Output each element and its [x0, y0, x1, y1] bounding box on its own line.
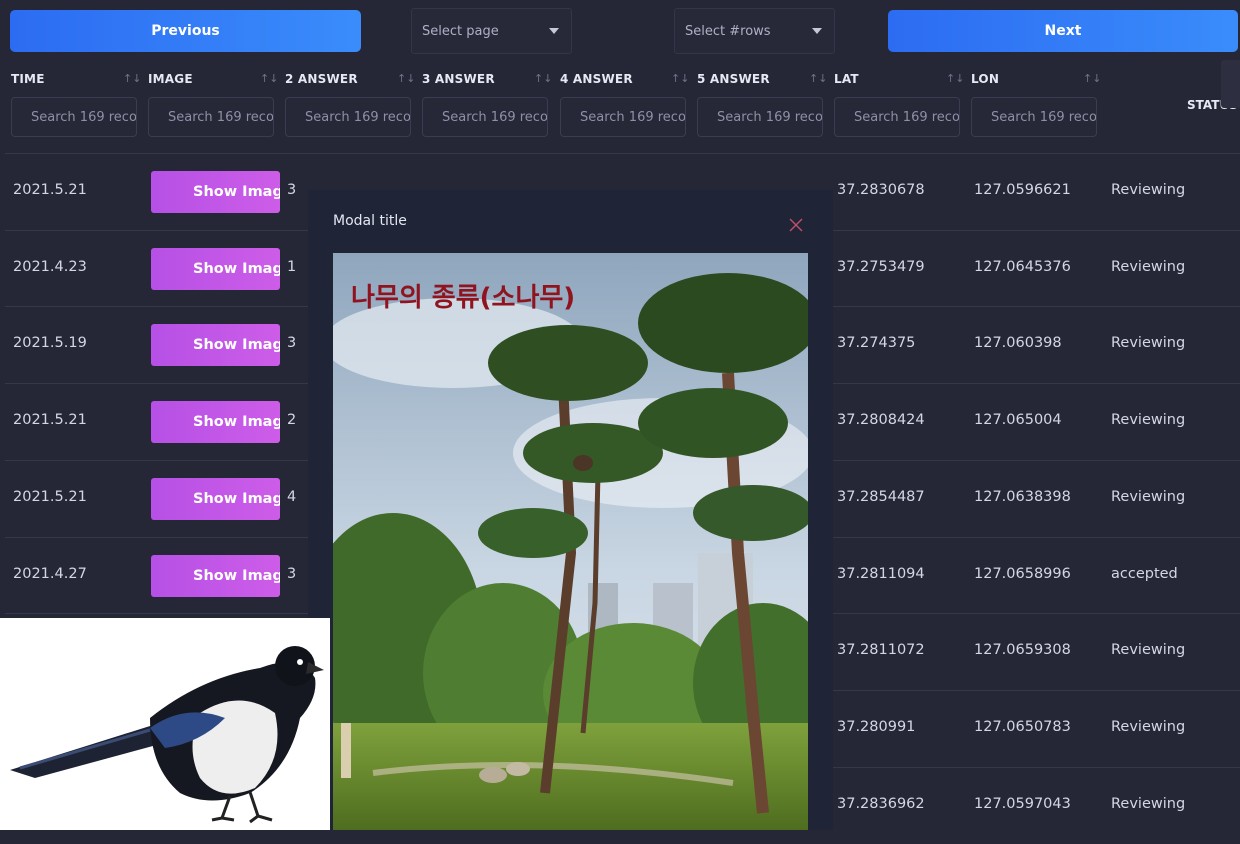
rows-select-placeholder: Select #rows [685, 23, 771, 39]
lon-cell: 127.0645376 [974, 259, 1071, 275]
sort-icon[interactable]: ↑↓ [1083, 72, 1101, 85]
search-input-time[interactable]: Search 169 records... [11, 97, 137, 137]
time-cell: 2021.5.21 [13, 489, 87, 505]
lon-cell: 127.060398 [974, 335, 1062, 351]
lon-cell: 127.0659308 [974, 642, 1071, 658]
search-input-lon[interactable]: Search 169 records... [971, 97, 1097, 137]
time-cell: 2021.4.27 [13, 566, 87, 582]
column-header-answer4[interactable]: 4 ANSWER [560, 72, 633, 90]
previous-button[interactable]: Previous [10, 10, 361, 52]
sort-icon[interactable]: ↑↓ [671, 72, 689, 85]
status-cell: Reviewing [1111, 259, 1186, 275]
lon-cell: 127.065004 [974, 412, 1062, 428]
search-input-answer3[interactable]: Search 169 records... [422, 97, 548, 137]
search-input-image[interactable]: Search 169 records... [148, 97, 274, 137]
sort-icon[interactable]: ↑↓ [397, 72, 415, 85]
search-input-answer4[interactable]: Search 169 records... [560, 97, 686, 137]
tree-photo: 나무의 종류(소나무) [333, 253, 808, 830]
status-cell: accepted [1111, 566, 1178, 582]
lat-cell: 37.2830678 [837, 182, 925, 198]
lon-cell: 127.0638398 [974, 489, 1071, 505]
page-select-placeholder: Select page [422, 23, 499, 39]
column-header-lon[interactable]: LON [971, 72, 999, 90]
image-caption: 나무의 종류(소나무) [351, 283, 576, 313]
column-header-lat[interactable]: LAT [834, 72, 859, 90]
answer2-cell: 3 [287, 566, 297, 582]
time-cell: 2021.5.21 [13, 182, 87, 198]
time-cell: 2021.5.19 [13, 335, 87, 351]
status-cell: Reviewing [1111, 796, 1186, 812]
lon-cell: 127.0596621 [974, 182, 1071, 198]
lat-cell: 37.2811094 [837, 566, 925, 582]
status-cell: Reviewing [1111, 335, 1186, 351]
sort-icon[interactable]: ↑↓ [809, 72, 827, 85]
search-input-lat[interactable]: Search 169 records... [834, 97, 960, 137]
lat-cell: 37.2808424 [837, 412, 925, 428]
magpie-bird-icon [10, 646, 324, 824]
show-image-button[interactable]: Show Image [151, 401, 280, 443]
next-button[interactable]: Next [888, 10, 1238, 52]
sort-icon[interactable]: ↑↓ [123, 72, 141, 85]
sort-icon[interactable]: ↑↓ [260, 72, 278, 85]
lon-cell: 127.0650783 [974, 719, 1071, 735]
pagination-bar: Previous Select page Select #rows Next [0, 0, 1240, 62]
lon-cell: 127.0597043 [974, 796, 1071, 812]
chevron-down-icon [812, 28, 822, 34]
modal-title: Modal title [333, 213, 407, 229]
status-cell: Reviewing [1111, 412, 1186, 428]
column-header-answer5[interactable]: 5 ANSWER [697, 72, 770, 90]
column-header-answer2[interactable]: 2 ANSWER [285, 72, 358, 90]
scrollbar-handle[interactable] [1221, 60, 1240, 108]
show-image-button[interactable]: Show Image [151, 478, 280, 520]
show-image-button[interactable]: Show Image [151, 248, 280, 290]
lon-cell: 127.0658996 [974, 566, 1071, 582]
chevron-down-icon [549, 28, 559, 34]
answer2-cell: 2 [287, 412, 297, 428]
close-icon[interactable] [788, 217, 804, 233]
lat-cell: 37.274375 [837, 335, 916, 351]
show-image-button[interactable]: Show Image [151, 171, 280, 213]
status-cell: Reviewing [1111, 182, 1186, 198]
sort-icon[interactable]: ↑↓ [946, 72, 964, 85]
search-input-answer5[interactable]: Search 169 records... [697, 97, 823, 137]
column-header-answer3[interactable]: 3 ANSWER [422, 72, 495, 90]
show-image-button[interactable]: Show Image [151, 324, 280, 366]
column-header-time[interactable]: TIME [11, 72, 45, 90]
lat-cell: 37.2854487 [837, 489, 925, 505]
lat-cell: 37.2836962 [837, 796, 925, 812]
lat-cell: 37.2811072 [837, 642, 925, 658]
rows-select[interactable]: Select #rows [674, 8, 835, 54]
answer2-cell: 1 [287, 259, 297, 275]
search-input-answer2[interactable]: Search 169 records... [285, 97, 411, 137]
status-cell: Reviewing [1111, 642, 1186, 658]
sort-icon[interactable]: ↑↓ [534, 72, 552, 85]
answer2-cell: 3 [287, 335, 297, 351]
status-cell: Reviewing [1111, 719, 1186, 735]
status-cell: Reviewing [1111, 489, 1186, 505]
answer2-cell: 3 [287, 182, 297, 198]
time-cell: 2021.4.23 [13, 259, 87, 275]
magpie-image [0, 618, 330, 830]
answer2-cell: 4 [287, 489, 297, 505]
column-header-image[interactable]: IMAGE [148, 72, 193, 90]
lat-cell: 37.280991 [837, 719, 916, 735]
page-select[interactable]: Select page [411, 8, 572, 54]
image-modal: Modal title 나무의 종류(소나무) [308, 190, 833, 830]
lat-cell: 37.2753479 [837, 259, 925, 275]
show-image-button[interactable]: Show Image [151, 555, 280, 597]
time-cell: 2021.5.21 [13, 412, 87, 428]
tree-photo-drawing [333, 253, 808, 830]
